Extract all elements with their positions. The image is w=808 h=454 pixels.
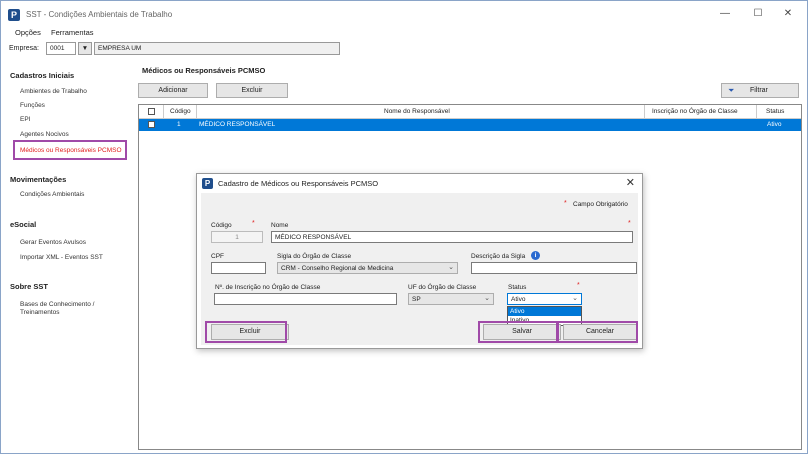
col-inscricao[interactable]: Inscrição no Órgão de Classe (652, 108, 738, 115)
menu-bar: Opções Ferramentas (1, 27, 807, 40)
page-title: Médicos ou Responsáveis PCMSO (142, 66, 266, 75)
menu-ferramentas[interactable]: Ferramentas (51, 28, 94, 37)
sidebar-item-funcoes[interactable]: Funções (20, 102, 45, 109)
section-sobre-sst: Sobre SST (10, 282, 48, 291)
sidebar-item-bases[interactable]: Bases de Conhecimento / (20, 301, 94, 308)
delete-button[interactable]: Excluir (216, 83, 288, 98)
row-code: 1 (177, 121, 181, 128)
sidebar-item-treinamentos[interactable]: Treinamentos (20, 309, 60, 316)
dialog-title-bar: P Cadastro de Médicos ou Responsáveis PC… (197, 174, 642, 192)
col-status[interactable]: Status (766, 108, 784, 115)
name-required-marker: * (628, 220, 631, 227)
registration-label: Nº. de Inscrição no Órgão de Classe (215, 284, 321, 291)
company-label: Empresa: (9, 45, 39, 52)
status-option-ativo[interactable]: Ativo (508, 307, 581, 316)
sidebar-item-condicoes[interactable]: Condições Ambientais (20, 191, 84, 198)
sidebar-item-importar-xml[interactable]: Importar XML - Eventos SST (20, 254, 103, 261)
add-button[interactable]: Adicionar (138, 83, 208, 98)
company-name-field: EMPRESA UM (94, 42, 340, 55)
row-checkbox[interactable] (148, 121, 155, 128)
dialog-title: Cadastro de Médicos ou Responsáveis PCMS… (218, 179, 379, 188)
sidebar: Cadastros Iniciais Ambientes de Trabalho… (1, 59, 134, 453)
app-logo-icon: P (8, 9, 20, 21)
uf-value: SP (412, 296, 421, 303)
status-value: Ativo (511, 296, 526, 303)
company-code-input[interactable]: 0001 (46, 42, 76, 55)
status-label: Status (508, 284, 527, 291)
highlight-cancel-button (557, 321, 638, 343)
table-row[interactable]: 1 MÉDICO RESPONSÁVEL Ativo (139, 119, 801, 131)
code-required-marker: * (252, 220, 255, 227)
cpf-label: CPF (211, 253, 224, 260)
info-icon[interactable]: i (531, 251, 540, 260)
col-codigo[interactable]: Código (170, 108, 191, 115)
company-dropdown-icon[interactable]: ▼ (78, 42, 92, 55)
row-status: Ativo (767, 121, 782, 128)
section-cadastros-iniciais: Cadastros Iniciais (10, 71, 75, 80)
class-org-desc-label: Descrição da Sigla (471, 253, 526, 260)
class-org-value: CRM - Conselho Regional de Medicina (281, 265, 394, 272)
registration-input[interactable] (214, 293, 397, 305)
code-label: Código (211, 222, 232, 229)
chevron-down-icon: ⌄ (572, 295, 578, 302)
name-label: Nome (271, 222, 289, 229)
dialog-logo-icon: P (202, 178, 213, 189)
highlight-sidebar-medicos (13, 140, 127, 160)
col-nome[interactable]: Nome do Responsável (384, 108, 450, 115)
highlight-delete-button (205, 321, 287, 343)
company-row: Empresa: 0001 ▼ EMPRESA UM (1, 41, 807, 57)
filter-button[interactable]: ⏷ Filtrar (721, 83, 799, 98)
status-required-marker: * (577, 282, 580, 289)
sidebar-item-gerar-eventos[interactable]: Gerar Eventos Avulsos (20, 239, 86, 246)
chevron-down-icon: ⌄ (484, 295, 490, 302)
sidebar-item-epi[interactable]: EPI (20, 116, 30, 123)
title-bar: P SST - Condições Ambientais de Trabalho… (1, 1, 807, 27)
table-header: Código Nome do Responsável Inscrição no … (139, 105, 801, 119)
code-field: 1 (211, 231, 263, 243)
filter-icon: ⏷ (728, 86, 735, 95)
status-select[interactable]: Ativo ⌄ (507, 293, 582, 305)
required-note: Campo Obrigatório (573, 201, 628, 208)
uf-label: UF do Órgão de Classe (408, 284, 477, 291)
highlight-save-button (478, 321, 558, 343)
class-org-desc-input[interactable] (471, 262, 637, 274)
class-org-label: Sigla do Órgão de Classe (277, 253, 352, 260)
close-window-button[interactable]: ✕ (774, 6, 802, 22)
select-all-checkbox[interactable] (148, 108, 155, 115)
minimize-button[interactable]: — (711, 6, 739, 22)
filter-label: Filtrar (750, 87, 768, 94)
sidebar-item-agentes-nocivos[interactable]: Agentes Nocivos (20, 131, 69, 138)
name-input[interactable]: MÉDICO RESPONSÁVEL (271, 231, 633, 243)
chevron-down-icon: ⌄ (448, 264, 454, 271)
sidebar-item-ambientes[interactable]: Ambientes de Trabalho (20, 88, 87, 95)
uf-select[interactable]: SP ⌄ (408, 293, 494, 305)
required-marker: * (564, 200, 567, 207)
class-org-select[interactable]: CRM - Conselho Regional de Medicina ⌄ (277, 262, 458, 274)
section-esocial: eSocial (10, 220, 37, 229)
row-name: MÉDICO RESPONSÁVEL (199, 121, 276, 128)
dialog-close-icon[interactable]: ✕ (626, 176, 635, 189)
maximize-button[interactable]: ☐ (744, 6, 772, 22)
section-movimentacoes: Movimentações (10, 175, 67, 184)
cpf-input[interactable] (211, 262, 266, 274)
menu-opcoes[interactable]: Opções (15, 28, 41, 37)
window-title: SST - Condições Ambientais de Trabalho (26, 10, 173, 19)
